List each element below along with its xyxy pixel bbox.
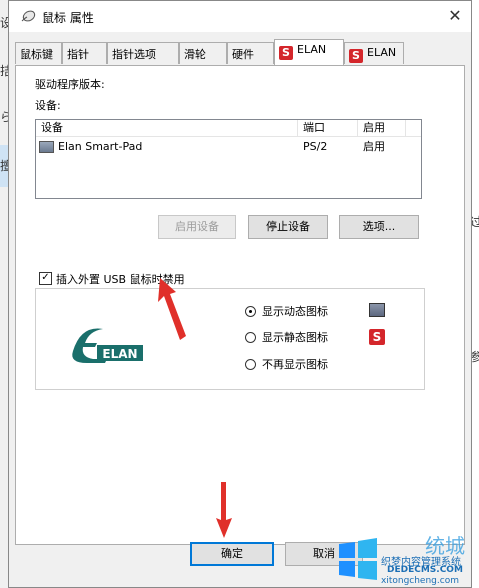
tab-buttons[interactable]: 鼠标键 xyxy=(15,42,62,64)
radio-label: 不再显示图标 xyxy=(262,358,328,371)
tab-label: 滑轮 xyxy=(184,48,206,61)
windows-logo-icon xyxy=(339,538,377,580)
watermark-line: DEDECMS.COM xyxy=(387,565,463,575)
device-enabled: 启用 xyxy=(363,140,385,153)
tab-label: 鼠标键 xyxy=(20,48,53,61)
elan-static-icon: S xyxy=(369,329,385,345)
column-header-port[interactable]: 端口 xyxy=(298,120,358,136)
column-header-device[interactable]: 设备 xyxy=(36,120,298,136)
tab-pointer-options[interactable]: 指针选项 xyxy=(107,42,179,64)
site-watermark: 统城 织梦内容管理系统 DEDECMS.COM xitongcheng.com xyxy=(329,528,479,588)
elan-logo-text: ELAN xyxy=(102,347,137,361)
device-port: PS/2 xyxy=(303,140,328,153)
device-list-header: 设备 端口 启用 xyxy=(36,120,421,137)
elan-logo: ELAN xyxy=(67,321,145,367)
touchpad-icon xyxy=(39,141,54,153)
radio-label: 显示静态图标 xyxy=(262,331,328,344)
usb-disable-checkbox[interactable]: ✓ xyxy=(39,272,52,285)
watermark-line: xitongcheng.com xyxy=(381,576,459,586)
ok-button[interactable]: 确定 xyxy=(190,542,274,566)
close-button[interactable]: ✕ xyxy=(441,3,469,29)
tab-wheel[interactable]: 滑轮 xyxy=(179,42,227,64)
red-arrow-annotation xyxy=(216,482,232,538)
tab-elan[interactable]: S ELAN xyxy=(344,42,404,64)
elan-icon: S xyxy=(349,49,363,63)
mouse-properties-dialog: 鼠标 属性 ✕ 鼠标键 指针 指针选项 滑轮 硬件 S ELAN S ELAN 驱动… xyxy=(8,0,472,588)
tab-label: ELAN xyxy=(367,46,397,59)
options-button[interactable]: 选项... xyxy=(339,215,419,239)
radio-show-animated[interactable] xyxy=(245,306,256,317)
tab-label: 指针 xyxy=(67,48,89,61)
radio-show-static[interactable] xyxy=(245,332,256,343)
radio-label: 显示动态图标 xyxy=(262,305,328,318)
mouse-icon xyxy=(21,10,36,22)
red-arrow-annotation xyxy=(158,278,186,340)
stop-device-button[interactable]: 停止设备 xyxy=(248,215,328,239)
devices-label: 设备: xyxy=(35,99,61,112)
tab-label: 硬件 xyxy=(232,48,254,61)
device-list[interactable]: 设备 端口 启用 Elan Smart-Pad PS/2 启用 xyxy=(35,119,422,199)
tab-label: 指针选项 xyxy=(112,48,156,61)
tab-label: ELAN xyxy=(297,43,327,56)
column-header-enabled[interactable]: 启用 xyxy=(358,120,406,136)
driver-version-label: 驱动程序版本: xyxy=(35,78,105,91)
tab-pointers[interactable]: 指针 xyxy=(62,42,107,64)
device-name: Elan Smart-Pad xyxy=(58,140,143,153)
radio-hide-icon[interactable] xyxy=(245,359,256,370)
animated-mouse-icon xyxy=(369,303,385,317)
elan-icon: S xyxy=(279,46,293,60)
tab-elan-active[interactable]: S ELAN xyxy=(274,39,344,65)
enable-device-button[interactable]: 启用设备 xyxy=(158,215,236,239)
tab-panel-elan: 驱动程序版本: 设备: 设备 端口 启用 Elan Smart-Pad PS/2… xyxy=(15,65,465,545)
title-bar: 鼠标 属性 ✕ xyxy=(9,1,471,32)
window-title: 鼠标 属性 xyxy=(42,11,94,25)
table-row[interactable]: Elan Smart-Pad PS/2 启用 xyxy=(36,138,421,156)
tab-hardware[interactable]: 硬件 xyxy=(227,42,274,64)
icon-display-group: ELAN 显示动态图标 显示静态图标 S 不再显示图标 xyxy=(35,288,425,390)
